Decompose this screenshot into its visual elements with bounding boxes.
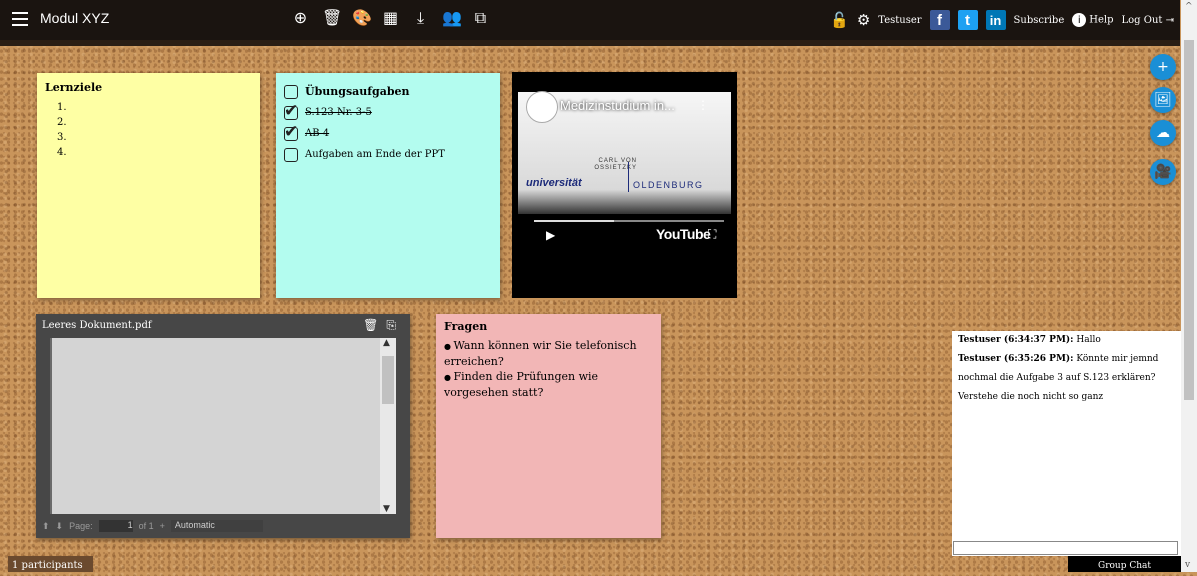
copy-icon[interactable]: ⎘ bbox=[386, 318, 404, 332]
add-note-icon[interactable]: ⊕ bbox=[292, 9, 309, 27]
info-icon: i bbox=[1072, 13, 1087, 27]
list-item: 4. bbox=[57, 147, 67, 158]
next-page-icon[interactable]: ⬇ bbox=[56, 521, 64, 532]
play-icon[interactable]: ▶ bbox=[546, 228, 555, 242]
video-camera-icon[interactable]: 🎥 bbox=[1150, 159, 1176, 185]
pdf-scrollbar[interactable]: ▲ ▼ bbox=[380, 338, 396, 514]
video-progress[interactable] bbox=[534, 220, 724, 222]
layout-grid-icon[interactable]: ▦ bbox=[382, 9, 399, 27]
hamburger-menu-icon[interactable] bbox=[12, 12, 28, 28]
trash-icon[interactable]: 🗑 bbox=[363, 318, 386, 332]
uni-logo-city: OLDENBURG bbox=[633, 180, 704, 190]
add-button[interactable]: + bbox=[1150, 54, 1176, 80]
questions-list: Wann können wir Sie telefonisch erreiche… bbox=[444, 338, 653, 400]
subscribe-link[interactable]: Subscribe bbox=[1014, 15, 1065, 26]
users-icon[interactable]: 👥 bbox=[442, 9, 462, 27]
more-options-icon[interactable]: ⋮ bbox=[697, 98, 709, 112]
chat-message: Testuser (6:34:37 PM): Hallo bbox=[958, 331, 1175, 350]
task-item: Aufgaben am Ende der PPT bbox=[284, 144, 492, 165]
list-item: Wann können wir Sie telefonisch erreiche… bbox=[444, 338, 653, 369]
chat-input[interactable] bbox=[953, 541, 1178, 555]
scroll-up-icon[interactable]: ^ bbox=[1185, 2, 1193, 12]
image-icon[interactable]: 🖼 bbox=[1150, 87, 1176, 113]
logout-icon: ⇥ bbox=[1165, 14, 1174, 26]
task-item: S.123 Nr. 3-5 bbox=[284, 101, 492, 123]
chat-message: Testuser (6:35:26 PM): Könnte mir jemnd … bbox=[958, 350, 1175, 407]
checkbox[interactable] bbox=[284, 84, 298, 99]
scroll-down-icon[interactable]: v bbox=[1185, 560, 1190, 570]
fullscreen-icon[interactable]: ⛶ bbox=[708, 227, 716, 242]
checkbox-checked[interactable] bbox=[284, 122, 298, 142]
toolbar: ⊕ 🗑 🎨 ▦ ⤓ 👥 ⧉ bbox=[292, 9, 489, 27]
pdf-viewer[interactable]: Leeres Dokument.pdf 🗑⎘ ▲ ▼ ⬆ ⬇ Page: 1 o… bbox=[36, 314, 410, 538]
task-text: Aufgaben am Ende der PPT bbox=[305, 149, 445, 160]
user-area: 🔓 ⚙ Testuser f t in Subscribe i Help Log … bbox=[830, 0, 1174, 40]
page-scrollbar[interactable]: ^ v bbox=[1181, 0, 1197, 572]
list-item: Finden die Prüfungen wie vorgesehen stat… bbox=[444, 369, 653, 400]
top-bar: Modul XYZ ⊕ 🗑 🎨 ▦ ⤓ 👥 ⧉ 🔓 ⚙ Testuser f t… bbox=[0, 0, 1180, 46]
checkbox[interactable] bbox=[284, 147, 298, 162]
page-count: of 1 bbox=[138, 521, 154, 531]
message-author: Testuser (6:34:37 PM): bbox=[958, 335, 1074, 345]
objectives-list: 1. 2. 3. 4. bbox=[57, 100, 252, 160]
task-item: AB 4 bbox=[284, 122, 492, 144]
twitter-icon[interactable]: t bbox=[957, 10, 978, 30]
cloud-icon[interactable]: ☁ bbox=[1150, 120, 1176, 146]
page-input[interactable]: 1 bbox=[98, 520, 133, 532]
lock-icon[interactable]: 🔓 bbox=[830, 11, 849, 29]
logout-label: Log Out bbox=[1121, 14, 1163, 26]
uni-logo-top: CARL VON OSSIETZKY bbox=[594, 158, 637, 171]
youtube-video[interactable]: CARL VON OSSIETZKY universität OLDENBURG… bbox=[512, 72, 737, 298]
note-lernziele[interactable]: Lernziele 1. 2. 3. 4. bbox=[37, 73, 260, 298]
external-link-icon[interactable]: ⧉ bbox=[472, 9, 489, 27]
palette-icon[interactable]: 🎨 bbox=[352, 9, 372, 27]
note-title: Fragen bbox=[444, 320, 488, 333]
pdf-toolbar: ⬆ ⬇ Page: 1 of 1 + Automatic bbox=[42, 518, 263, 534]
divider bbox=[628, 162, 629, 192]
username[interactable]: Testuser bbox=[878, 15, 921, 26]
task-title-row: Übungsaufgaben bbox=[284, 81, 492, 102]
checkbox-checked[interactable] bbox=[284, 101, 298, 121]
zoom-select[interactable]: Automatic bbox=[170, 520, 263, 532]
chat-messages: Testuser (6:34:37 PM): Hallo Testuser (6… bbox=[952, 331, 1181, 407]
task-text: AB 4 bbox=[305, 128, 330, 139]
help-label: Help bbox=[1089, 14, 1114, 26]
prev-page-icon[interactable]: ⬆ bbox=[42, 521, 50, 532]
scroll-up-icon[interactable]: ▲ bbox=[383, 338, 390, 348]
list-item: 3. bbox=[57, 132, 67, 143]
group-chat-tab[interactable]: Group Chat bbox=[1068, 556, 1181, 572]
video-title[interactable]: Medizinstudium in... bbox=[560, 98, 675, 113]
zoom-in-icon[interactable]: + bbox=[160, 521, 165, 531]
module-title: Modul XYZ bbox=[40, 10, 110, 26]
scroll-down-icon[interactable]: ▼ bbox=[383, 504, 390, 514]
pdf-actions: 🗑⎘ bbox=[363, 318, 404, 333]
scroll-thumb[interactable] bbox=[1184, 40, 1194, 400]
note-title: Lernziele bbox=[45, 81, 103, 94]
page-label: Page: bbox=[69, 521, 93, 531]
help-link[interactable]: i Help bbox=[1072, 13, 1114, 27]
gear-icon[interactable]: ⚙ bbox=[857, 11, 870, 29]
note-uebungsaufgaben[interactable]: Übungsaufgaben S.123 Nr. 3-5 AB 4 Aufgab… bbox=[276, 73, 500, 298]
pdf-title: Leeres Dokument.pdf bbox=[42, 320, 152, 331]
linkedin-icon[interactable]: in bbox=[985, 10, 1006, 30]
group-chat-panel: Testuser (6:34:37 PM): Hallo Testuser (6… bbox=[952, 331, 1181, 556]
pdf-page-area[interactable] bbox=[50, 338, 384, 514]
message-text: Hallo bbox=[1076, 335, 1101, 345]
note-title: Übungsaufgaben bbox=[305, 85, 410, 98]
note-fragen[interactable]: Fragen Wann können wir Sie telefonisch e… bbox=[436, 314, 661, 538]
participants-count: 1 participants bbox=[8, 556, 93, 572]
uni-logo-main: universität bbox=[526, 177, 582, 189]
facebook-icon[interactable]: f bbox=[929, 10, 950, 30]
trash-icon[interactable]: 🗑 bbox=[322, 9, 342, 27]
logout-link[interactable]: Log Out ⇥ bbox=[1122, 15, 1174, 26]
list-item: 1. bbox=[57, 102, 67, 113]
scroll-thumb[interactable] bbox=[382, 356, 394, 404]
download-icon[interactable]: ⤓ bbox=[412, 9, 429, 27]
task-text: S.123 Nr. 3-5 bbox=[305, 107, 372, 118]
channel-avatar[interactable] bbox=[526, 91, 558, 123]
list-item: 2. bbox=[57, 117, 67, 128]
youtube-logo[interactable]: YouTube bbox=[656, 226, 711, 242]
message-author: Testuser (6:35:26 PM): bbox=[958, 354, 1074, 364]
